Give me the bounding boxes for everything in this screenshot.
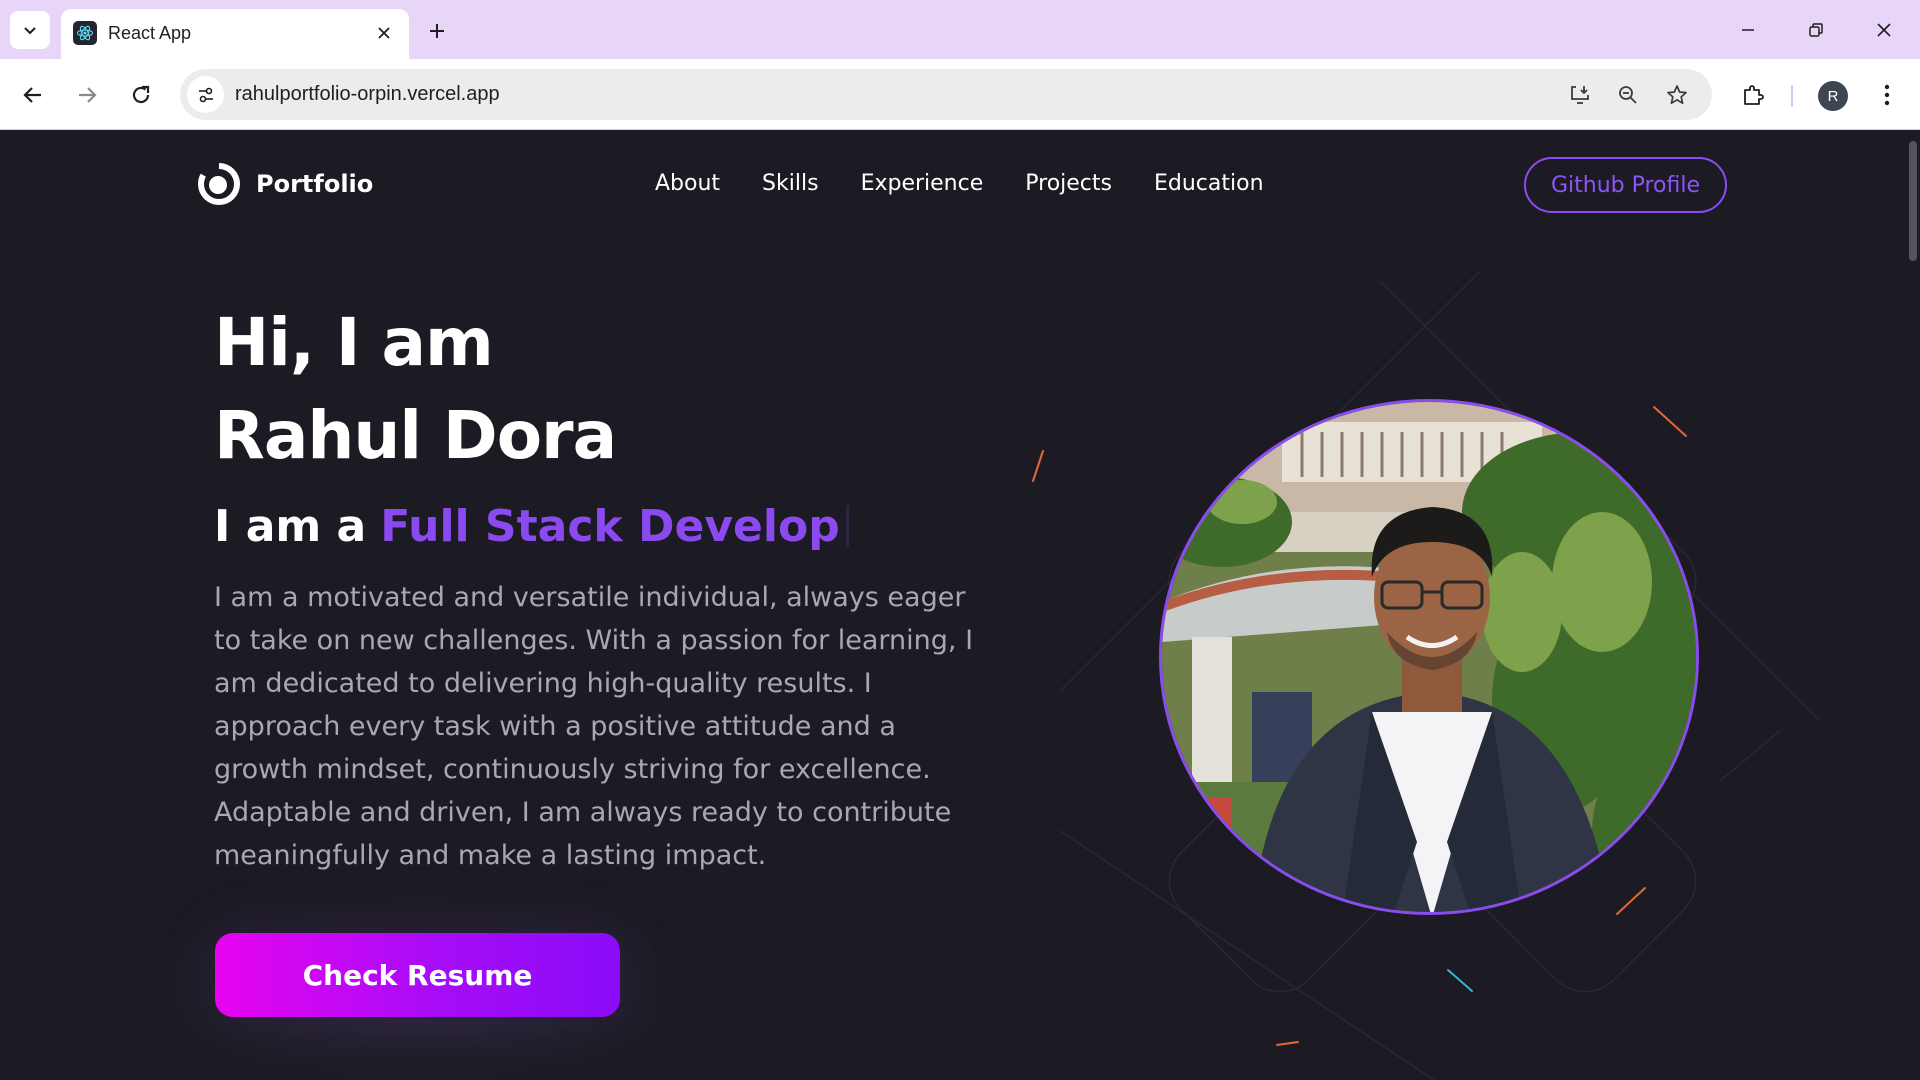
close-window-icon [1877, 23, 1891, 37]
logo-text: Portfolio [256, 170, 374, 198]
tab-search-button[interactable] [10, 11, 50, 49]
active-tab[interactable]: React App [61, 9, 409, 59]
react-favicon-icon [73, 21, 97, 45]
minimize-icon [1742, 29, 1754, 31]
url-text[interactable]: rahulportfolio-orpin.vercel.app [235, 82, 500, 107]
profile-avatar[interactable]: R [1818, 81, 1848, 111]
hero-role-line: I am a Full Stack Develop [214, 499, 849, 555]
reload-button[interactable] [121, 75, 161, 115]
hero-bio: I am a motivated and versatile individua… [214, 582, 974, 871]
menu-button[interactable] [1868, 76, 1906, 114]
reload-icon [132, 85, 150, 104]
install-app-button[interactable] [1563, 78, 1597, 112]
nav-link-skills[interactable]: Skills [762, 170, 819, 198]
site-info-button[interactable] [187, 76, 224, 113]
hero-greeting: Hi, I am [214, 304, 494, 381]
role-prefix: I am a [214, 501, 367, 552]
restore-icon [1809, 23, 1823, 37]
bookmark-button[interactable] [1660, 78, 1694, 112]
close-window-button[interactable] [1864, 10, 1904, 50]
back-arrow-icon [23, 87, 41, 103]
page-scrollbar[interactable] [1906, 131, 1920, 1080]
scrollbar-thumb[interactable] [1909, 141, 1917, 261]
close-icon [378, 27, 390, 39]
logo-ring-icon [198, 162, 240, 205]
site-logo[interactable]: Portfolio [196, 161, 373, 207]
tab-title: React App [108, 23, 192, 43]
extensions-puzzle-icon [1744, 85, 1764, 105]
nav-link-experience[interactable]: Experience [861, 170, 984, 198]
more-vert-icon [1884, 84, 1890, 106]
portfolio-page: Portfolio About Skills Experience Projec… [0, 131, 1920, 1080]
plus-icon [430, 24, 444, 38]
zoom-icon [1619, 86, 1637, 104]
minimize-button[interactable] [1728, 10, 1768, 50]
browser-toolbar: rahulportfolio-orpin.vercel.app R [0, 59, 1920, 130]
typing-cursor [845, 505, 849, 547]
hero-name: Rahul Dora [214, 397, 617, 474]
chevron-down-icon [24, 27, 36, 35]
site-info-icon [198, 87, 213, 102]
bookmark-star-icon [1667, 85, 1687, 105]
install-app-icon [1571, 86, 1589, 104]
main-nav: About Skills Experience Projects Educati… [655, 170, 1306, 198]
nav-link-about[interactable]: About [655, 170, 720, 198]
forward-arrow-icon [79, 87, 97, 103]
check-resume-button[interactable]: Check Resume [215, 933, 620, 1017]
address-bar[interactable]: rahulportfolio-orpin.vercel.app [180, 69, 1712, 120]
restore-button[interactable] [1796, 10, 1836, 50]
back-button[interactable] [13, 75, 53, 115]
zoom-button[interactable] [1611, 78, 1645, 112]
profile-photo [1159, 399, 1699, 915]
github-profile-button[interactable]: Github Profile [1524, 157, 1727, 213]
new-tab-button[interactable] [422, 16, 452, 46]
role-typewriter-text: Full Stack Develop [380, 501, 840, 552]
tab-close-button[interactable] [371, 20, 397, 46]
nav-link-education[interactable]: Education [1154, 170, 1264, 198]
forward-button[interactable] [67, 75, 107, 115]
toolbar-divider [1791, 85, 1793, 107]
nav-link-projects[interactable]: Projects [1025, 170, 1112, 198]
extensions-button[interactable] [1734, 76, 1772, 114]
browser-tab-strip: React App [0, 0, 1920, 59]
